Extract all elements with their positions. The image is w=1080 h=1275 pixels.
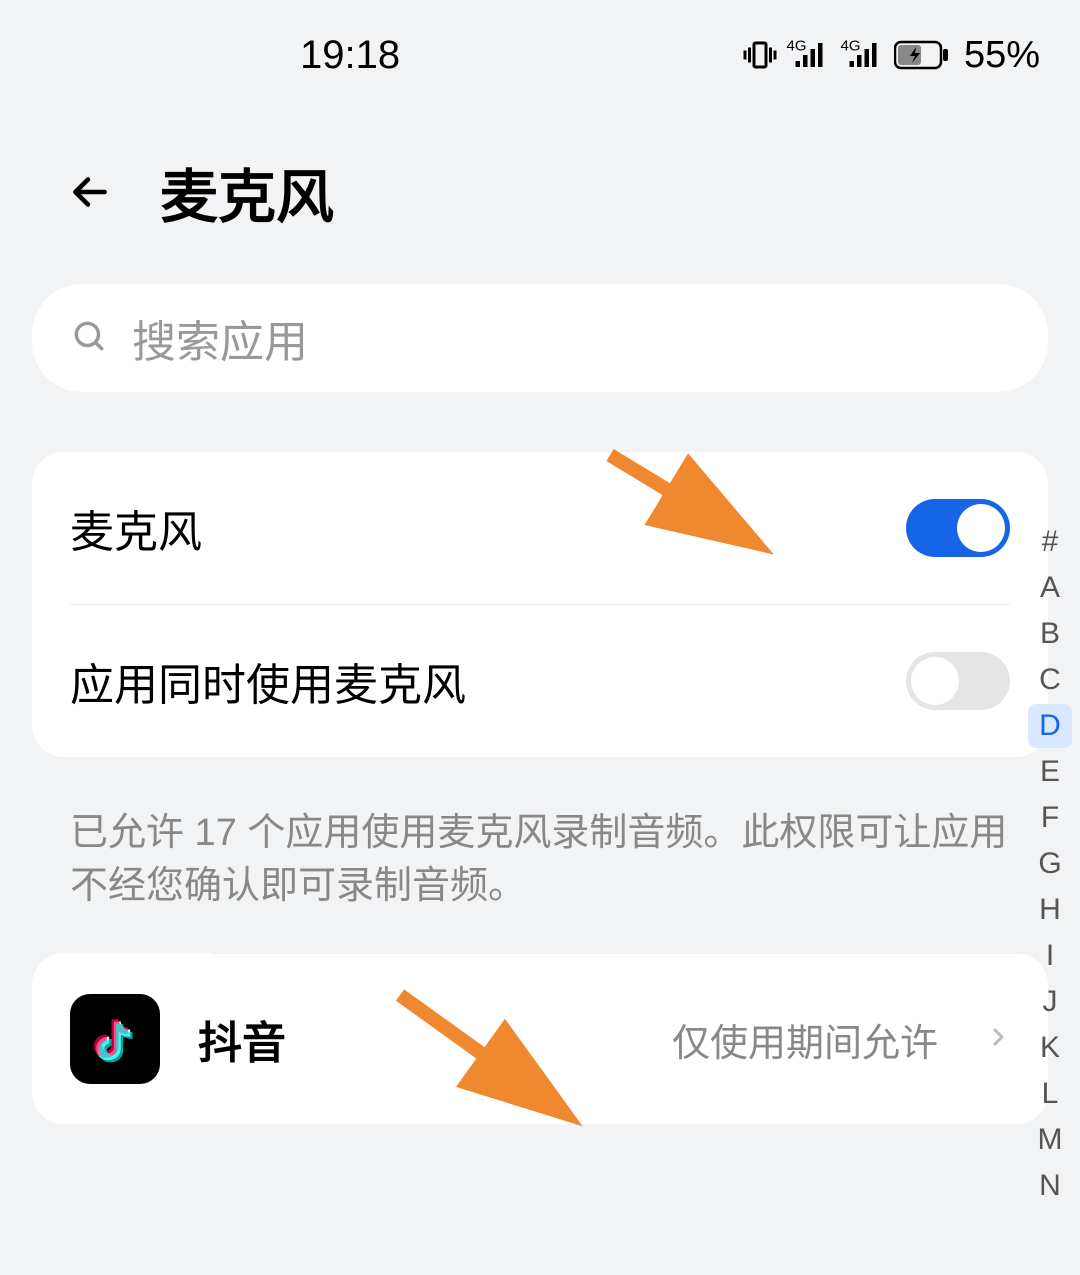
permission-description: 已允许 17 个应用使用麦克风录制音频。此权限可让应用不经您确认即可录制音频。 <box>32 787 1048 953</box>
battery-percent: 55% <box>964 34 1040 77</box>
mic-master-label: 麦克风 <box>70 496 202 560</box>
index-d[interactable]: D <box>1028 704 1072 748</box>
battery-icon <box>894 39 950 71</box>
alpha-index-bar[interactable]: # A B C D E F G H I J K L M N <box>1028 520 1072 1208</box>
status-right: 4G 4G 55% <box>742 34 1040 77</box>
index-g[interactable]: G <box>1028 842 1072 886</box>
index-e[interactable]: E <box>1028 750 1072 794</box>
index-m[interactable]: M <box>1028 1118 1072 1162</box>
index-i[interactable]: I <box>1028 934 1072 978</box>
vibrate-icon <box>742 37 778 73</box>
toggle-knob <box>911 657 959 705</box>
index-h[interactable]: H <box>1028 888 1072 932</box>
mic-settings-card: 麦克风 应用同时使用麦克风 <box>32 452 1048 757</box>
douyin-app-icon <box>70 994 160 1084</box>
mic-master-row[interactable]: 麦克风 <box>32 452 1048 604</box>
index-j[interactable]: J <box>1028 980 1072 1024</box>
multi-app-mic-row[interactable]: 应用同时使用麦克风 <box>32 605 1048 757</box>
search-placeholder: 搜索应用 <box>132 306 308 370</box>
svg-text:4G: 4G <box>840 38 860 55</box>
multi-app-mic-toggle[interactable] <box>906 652 1010 710</box>
mic-master-toggle[interactable] <box>906 499 1010 557</box>
signal-2-icon: 4G <box>840 37 886 73</box>
multi-app-mic-label: 应用同时使用麦克风 <box>70 649 466 713</box>
svg-text:4G: 4G <box>786 38 806 55</box>
app-list-card: 抖音 仅使用期间允许 <box>32 953 1048 1124</box>
app-permission-status: 仅使用期间允许 <box>672 1012 938 1067</box>
page-header: 麦克风 <box>0 110 1080 284</box>
signal-1-icon: 4G <box>786 37 832 73</box>
app-row-douyin[interactable]: 抖音 仅使用期间允许 <box>32 954 1048 1124</box>
search-input[interactable]: 搜索应用 <box>32 284 1048 392</box>
index-b[interactable]: B <box>1028 612 1072 656</box>
back-button[interactable] <box>60 162 120 222</box>
toggle-knob <box>957 504 1005 552</box>
index-hash[interactable]: # <box>1028 520 1072 564</box>
search-icon <box>70 317 108 360</box>
index-k[interactable]: K <box>1028 1026 1072 1070</box>
index-c[interactable]: C <box>1028 658 1072 702</box>
index-l[interactable]: L <box>1028 1072 1072 1116</box>
back-arrow-icon <box>65 167 115 217</box>
app-name: 抖音 <box>198 1007 634 1071</box>
index-n[interactable]: N <box>1028 1164 1072 1208</box>
index-a[interactable]: A <box>1028 566 1072 610</box>
status-time: 19:18 <box>300 33 400 78</box>
index-f[interactable]: F <box>1028 796 1072 840</box>
status-bar: 19:18 4G 4G 55% <box>0 0 1080 110</box>
page-title: 麦克风 <box>160 150 334 234</box>
chevron-right-icon <box>986 1019 1010 1060</box>
